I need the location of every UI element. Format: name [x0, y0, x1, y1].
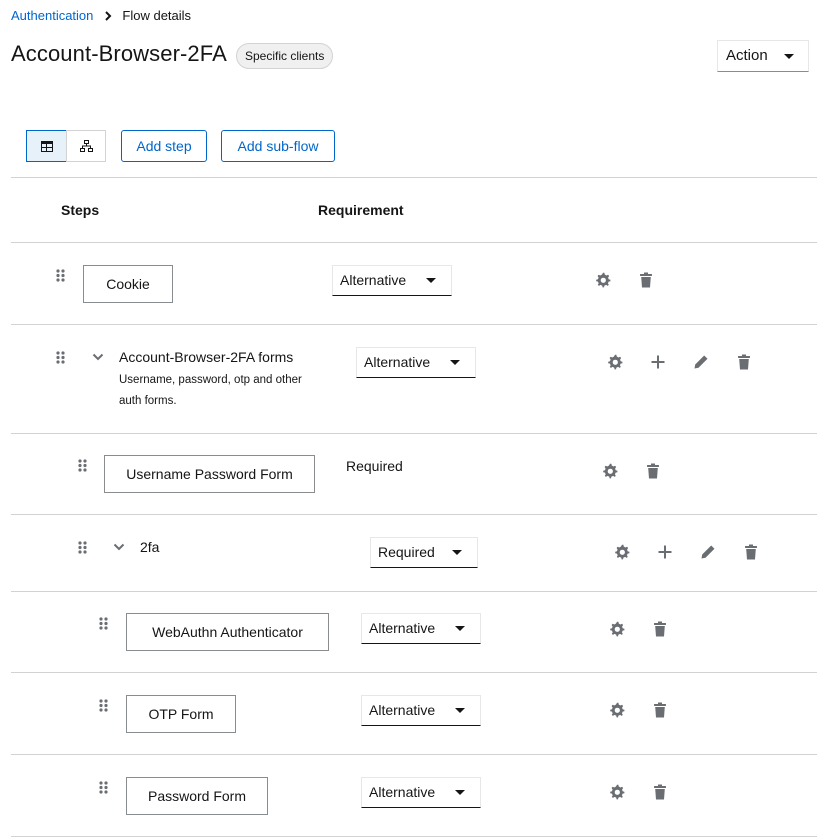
divider — [11, 672, 817, 673]
divider — [11, 836, 817, 837]
action-dropdown-label: Action — [726, 47, 768, 64]
trash-icon[interactable] — [652, 784, 668, 800]
subflow-description: Username, password, otp and other auth f… — [119, 374, 302, 407]
gear-icon[interactable] — [602, 463, 618, 479]
gear-icon[interactable] — [607, 354, 623, 370]
page-title: Account-Browser-2FA — [11, 41, 227, 66]
gear-icon[interactable] — [609, 621, 625, 637]
trash-icon[interactable] — [645, 463, 661, 479]
requirement-dropdown[interactable]: Alternative — [332, 265, 452, 296]
trash-icon[interactable] — [743, 544, 759, 560]
divider — [11, 754, 817, 755]
requirement-dropdown[interactable]: Required — [370, 537, 478, 568]
drag-handle-icon[interactable] — [99, 781, 109, 795]
requirement-value: Required — [378, 544, 435, 560]
trash-icon[interactable] — [638, 272, 654, 288]
breadcrumb: Authentication Flow details — [11, 8, 191, 23]
gear-icon[interactable] — [595, 272, 611, 288]
step-username-password-form: Username Password Form — [104, 455, 315, 493]
chevron-down-icon[interactable] — [92, 353, 104, 361]
step-otp-form: OTP Form — [126, 695, 236, 733]
trash-icon[interactable] — [652, 621, 668, 637]
requirement-dropdown[interactable]: Alternative — [361, 613, 481, 644]
pencil-icon[interactable] — [700, 544, 716, 560]
diagram-icon — [79, 139, 93, 152]
add-subflow-button[interactable]: Add sub-flow — [221, 130, 335, 162]
drag-handle-icon[interactable] — [99, 617, 109, 631]
divider — [11, 591, 817, 592]
trash-icon[interactable] — [652, 702, 668, 718]
requirement-column-header: Requirement — [318, 202, 404, 218]
step-cookie: Cookie — [83, 265, 173, 303]
gear-icon[interactable] — [609, 784, 625, 800]
gear-icon[interactable] — [614, 544, 630, 560]
requirement-value: Required — [346, 458, 403, 474]
view-toggle-group — [26, 130, 106, 162]
step-password-form: Password Form — [126, 777, 268, 815]
requirement-value: Alternative — [364, 354, 431, 370]
caret-down-icon — [455, 708, 465, 713]
caret-down-icon — [426, 278, 436, 283]
divider — [11, 514, 817, 515]
table-icon — [40, 140, 53, 152]
requirement-value: Alternative — [340, 272, 407, 288]
divider — [11, 324, 817, 325]
divider — [11, 242, 817, 243]
drag-handle-icon[interactable] — [99, 699, 109, 713]
divider — [11, 177, 817, 178]
drag-handle-icon[interactable] — [78, 541, 88, 555]
breadcrumb-authentication-link[interactable]: Authentication — [11, 8, 93, 23]
divider — [11, 433, 817, 434]
step-webauthn-authenticator: WebAuthn Authenticator — [126, 613, 329, 651]
table-view-toggle[interactable] — [26, 130, 67, 162]
chevron-right-icon — [105, 10, 112, 21]
caret-down-icon — [452, 550, 462, 555]
plus-icon[interactable] — [650, 354, 666, 370]
drag-handle-icon[interactable] — [56, 351, 66, 365]
requirement-dropdown[interactable]: Alternative — [356, 347, 476, 378]
subflow-name: Account-Browser-2FA forms — [119, 349, 294, 365]
drag-handle-icon[interactable] — [56, 269, 66, 283]
requirement-value: Alternative — [369, 784, 436, 800]
requirement-value: Alternative — [369, 702, 436, 718]
requirement-dropdown[interactable]: Alternative — [361, 695, 481, 726]
add-step-button[interactable]: Add step — [121, 130, 207, 162]
gear-icon[interactable] — [609, 702, 625, 718]
action-dropdown[interactable]: Action — [717, 40, 809, 72]
requirement-value: Alternative — [369, 620, 436, 636]
trash-icon[interactable] — [736, 354, 752, 370]
chevron-down-icon[interactable] — [113, 543, 125, 551]
caret-down-icon — [455, 626, 465, 631]
caret-down-icon — [455, 790, 465, 795]
breadcrumb-current: Flow details — [122, 8, 192, 23]
drag-handle-icon[interactable] — [78, 459, 88, 473]
subflow-name: 2fa — [140, 539, 160, 555]
caret-down-icon — [784, 54, 794, 59]
usage-badge: Specific clients — [236, 43, 334, 69]
caret-down-icon — [450, 360, 460, 365]
requirement-dropdown[interactable]: Alternative — [361, 777, 481, 808]
diagram-view-toggle[interactable] — [66, 130, 106, 162]
steps-column-header: Steps — [61, 202, 100, 218]
pencil-icon[interactable] — [693, 354, 709, 370]
plus-icon[interactable] — [657, 544, 673, 560]
